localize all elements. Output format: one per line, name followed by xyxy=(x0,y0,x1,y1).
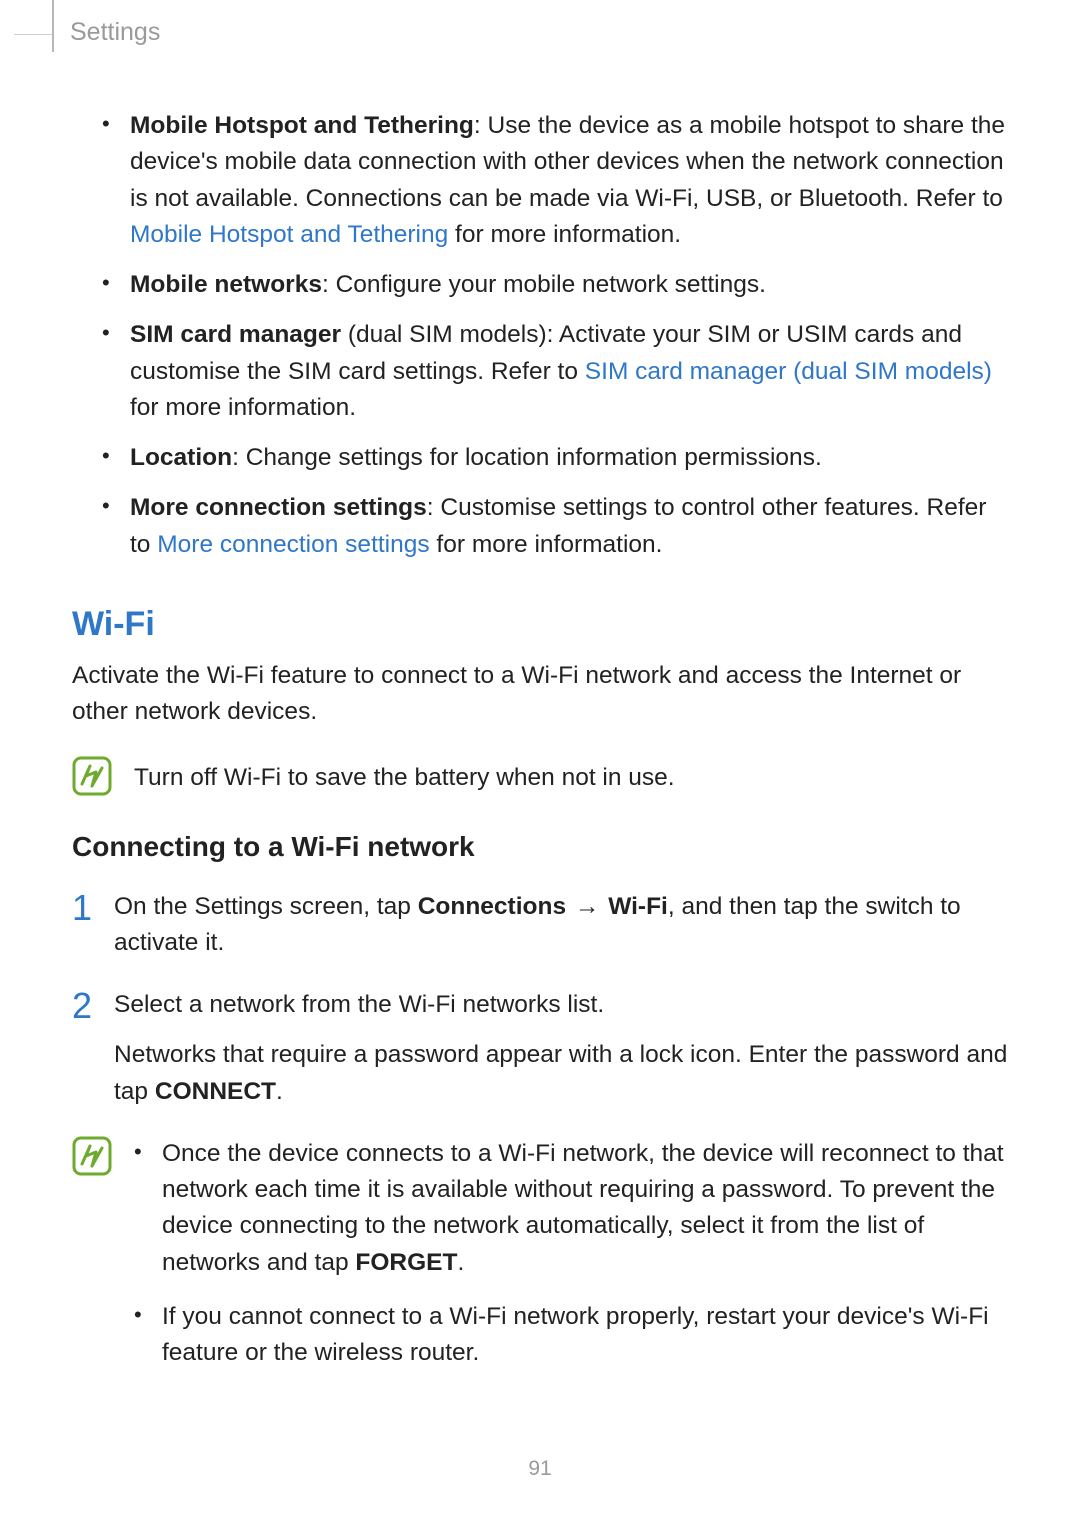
note-icon xyxy=(72,1136,112,1176)
wifi-intro: Activate the Wi-Fi feature to connect to… xyxy=(72,658,1010,731)
ui-path-part: Wi-Fi xyxy=(608,893,668,920)
step-text-tail: . xyxy=(276,1078,283,1105)
feature-desc-tail: for more information. xyxy=(130,394,356,421)
note-callout: Once the device connects to a Wi-Fi netw… xyxy=(72,1136,1010,1390)
ui-path-part: Connections xyxy=(418,893,566,920)
note-bullets: Once the device connects to a Wi-Fi netw… xyxy=(134,1136,1010,1372)
feature-name: Location xyxy=(130,444,232,471)
note-text: Once the device connects to a Wi-Fi netw… xyxy=(162,1140,1004,1276)
list-item: Mobile Hotspot and Tethering: Use the de… xyxy=(102,108,1010,253)
step-item: Select a network from the Wi-Fi networks… xyxy=(72,987,1010,1110)
list-item: Location: Change settings for location i… xyxy=(102,440,1010,476)
list-item: More connection settings: Customise sett… xyxy=(102,490,1010,563)
tip-callout: Turn off Wi-Fi to save the battery when … xyxy=(72,756,1010,796)
list-item: Mobile networks: Configure your mobile n… xyxy=(102,267,1010,303)
feature-desc-tail: for more information. xyxy=(448,221,681,248)
note-text-tail: . xyxy=(458,1249,465,1276)
tip-text: Turn off Wi-Fi to save the battery when … xyxy=(134,756,675,796)
document-page: Settings Mobile Hotspot and Tethering: U… xyxy=(0,0,1080,1527)
step-item: On the Settings screen, tap Connections … xyxy=(72,889,1010,962)
list-item: Once the device connects to a Wi-Fi netw… xyxy=(134,1136,1010,1281)
feature-desc-tail: for more information. xyxy=(430,531,663,558)
note-text: If you cannot connect to a Wi-Fi network… xyxy=(162,1303,989,1366)
feature-name: Mobile networks xyxy=(130,271,322,298)
wifi-heading: Wi-Fi xyxy=(72,605,1010,644)
step-text: On the Settings screen, tap xyxy=(114,893,418,920)
header-rule xyxy=(14,34,54,35)
cross-ref-link[interactable]: SIM card manager (dual SIM models) xyxy=(585,358,992,385)
path-arrow: → xyxy=(566,893,608,920)
list-item: SIM card manager (dual SIM models): Acti… xyxy=(102,317,1010,426)
feature-name: Mobile Hotspot and Tethering xyxy=(130,112,474,139)
step-extra: Networks that require a password appear … xyxy=(114,1037,1010,1110)
feature-desc: : Change settings for location informati… xyxy=(232,444,822,471)
feature-desc: : Configure your mobile network settings… xyxy=(322,271,766,298)
cross-ref-link[interactable]: Mobile Hotspot and Tethering xyxy=(130,221,448,248)
step-text: Select a network from the Wi-Fi networks… xyxy=(114,991,604,1018)
steps-list: On the Settings screen, tap Connections … xyxy=(72,889,1010,1110)
note-list: Once the device connects to a Wi-Fi netw… xyxy=(134,1136,1010,1390)
ui-action: CONNECT xyxy=(155,1078,276,1105)
page-section-label: Settings xyxy=(70,18,160,47)
list-item: If you cannot connect to a Wi-Fi network… xyxy=(134,1299,1010,1372)
cross-ref-link[interactable]: More connection settings xyxy=(157,531,429,558)
header-tick xyxy=(52,0,54,52)
page-content: Mobile Hotspot and Tethering: Use the de… xyxy=(70,0,1010,1389)
ui-action: FORGET xyxy=(355,1249,457,1276)
connections-feature-list: Mobile Hotspot and Tethering: Use the de… xyxy=(70,108,1010,563)
note-icon xyxy=(72,756,112,796)
feature-name: SIM card manager xyxy=(130,321,341,348)
feature-name: More connection settings xyxy=(130,494,427,521)
page-number: 91 xyxy=(0,1457,1080,1481)
wifi-connect-heading: Connecting to a Wi-Fi network xyxy=(72,831,1010,863)
